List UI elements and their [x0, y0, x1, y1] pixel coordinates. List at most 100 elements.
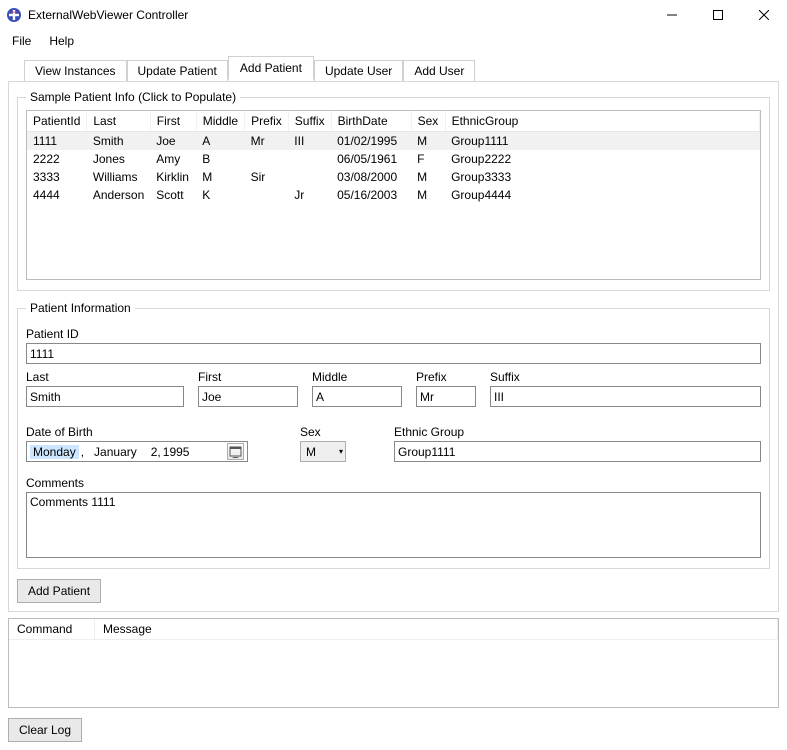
- label-prefix: Prefix: [416, 370, 476, 384]
- cell-first: Joe: [150, 132, 196, 151]
- label-comments: Comments: [26, 476, 761, 490]
- log-col-message[interactable]: Message: [95, 619, 778, 640]
- cell-ethnicGroup: Group4444: [445, 186, 759, 204]
- first-input[interactable]: [198, 386, 298, 407]
- col-birthdate[interactable]: BirthDate: [331, 111, 411, 132]
- tab-add-user[interactable]: Add User: [403, 60, 475, 81]
- label-patient-id: Patient ID: [26, 327, 761, 341]
- cell-patientId: 4444: [27, 186, 87, 204]
- middle-input[interactable]: [312, 386, 402, 407]
- col-prefix[interactable]: Prefix: [245, 111, 289, 132]
- label-middle: Middle: [312, 370, 402, 384]
- calendar-drop-icon[interactable]: [227, 443, 244, 460]
- suffix-input[interactable]: [490, 386, 761, 407]
- window-buttons: [649, 0, 787, 30]
- dob-day: 2,: [151, 445, 161, 459]
- menu-file[interactable]: File: [4, 32, 39, 50]
- ethnic-input[interactable]: [394, 441, 761, 462]
- table-row[interactable]: 4444AndersonScottKJr05/16/2003MGroup4444: [27, 186, 760, 204]
- cell-suffix: [288, 168, 331, 186]
- cell-patientId: 1111: [27, 132, 87, 151]
- cell-prefix: [245, 150, 289, 168]
- cell-last: Smith: [87, 132, 150, 151]
- dob-year: 1995: [163, 445, 190, 459]
- cell-patientId: 2222: [27, 150, 87, 168]
- label-first: First: [198, 370, 298, 384]
- sample-patient-group: Sample Patient Info (Click to Populate) …: [17, 90, 770, 291]
- cell-middle: K: [196, 186, 244, 204]
- label-sex: Sex: [300, 425, 380, 439]
- cell-patientId: 3333: [27, 168, 87, 186]
- dob-sep: ,: [81, 445, 84, 459]
- cell-birthDate: 03/08/2000: [331, 168, 411, 186]
- cell-middle: B: [196, 150, 244, 168]
- menu-bar: File Help: [0, 30, 787, 52]
- col-ethnicgroup[interactable]: EthnicGroup: [445, 111, 759, 132]
- cell-middle: M: [196, 168, 244, 186]
- cell-ethnicGroup: Group2222: [445, 150, 759, 168]
- cell-sex: M: [411, 168, 445, 186]
- cell-last: Williams: [87, 168, 150, 186]
- col-middle[interactable]: Middle: [196, 111, 244, 132]
- close-button[interactable]: [741, 0, 787, 30]
- maximize-button[interactable]: [695, 0, 741, 30]
- label-suffix: Suffix: [490, 370, 761, 384]
- cell-first: Amy: [150, 150, 196, 168]
- cell-suffix: III: [288, 132, 331, 151]
- cell-sex: M: [411, 186, 445, 204]
- col-sex[interactable]: Sex: [411, 111, 445, 132]
- patient-information-group: Patient Information Patient ID Last Firs…: [17, 301, 770, 569]
- col-last[interactable]: Last: [87, 111, 150, 132]
- cell-prefix: Mr: [245, 132, 289, 151]
- prefix-input[interactable]: [416, 386, 476, 407]
- grid-header-row: PatientId Last First Middle Prefix Suffi…: [27, 111, 760, 132]
- label-dob: Date of Birth: [26, 425, 286, 439]
- sex-value: M: [306, 445, 316, 459]
- cell-first: Kirklin: [150, 168, 196, 186]
- dob-month: January: [94, 445, 137, 459]
- cell-middle: A: [196, 132, 244, 151]
- cell-prefix: Sir: [245, 168, 289, 186]
- log-col-command[interactable]: Command: [9, 619, 95, 640]
- table-row[interactable]: 1111SmithJoeAMrIII01/02/1995MGroup1111: [27, 132, 760, 151]
- tab-add-patient[interactable]: Add Patient: [228, 56, 314, 80]
- last-input[interactable]: [26, 386, 184, 407]
- cell-suffix: [288, 150, 331, 168]
- col-suffix[interactable]: Suffix: [288, 111, 331, 132]
- dob-datepicker[interactable]: Monday , January 2, 1995: [26, 441, 248, 462]
- cell-ethnicGroup: Group3333: [445, 168, 759, 186]
- tab-update-patient[interactable]: Update Patient: [127, 60, 228, 81]
- patient-id-input[interactable]: [26, 343, 761, 364]
- cell-sex: M: [411, 132, 445, 151]
- tab-update-user[interactable]: Update User: [314, 60, 403, 81]
- cell-prefix: [245, 186, 289, 204]
- tab-strip: View Instances Update Patient Add Patien…: [0, 52, 787, 81]
- title-bar: MED ExternalWebViewer Controller: [0, 0, 787, 30]
- cell-last: Jones: [87, 150, 150, 168]
- comments-textarea[interactable]: [26, 492, 761, 558]
- cell-ethnicGroup: Group1111: [445, 132, 759, 151]
- tab-view-instances[interactable]: View Instances: [24, 60, 127, 81]
- cell-first: Scott: [150, 186, 196, 204]
- cell-birthDate: 06/05/1961: [331, 150, 411, 168]
- label-ethnic: Ethnic Group: [394, 425, 761, 439]
- table-row[interactable]: 3333WilliamsKirklinMSir03/08/2000MGroup3…: [27, 168, 760, 186]
- sex-select[interactable]: M ▾: [300, 441, 346, 462]
- table-row[interactable]: 2222JonesAmyB 06/05/1961FGroup2222: [27, 150, 760, 168]
- cell-sex: F: [411, 150, 445, 168]
- label-last: Last: [26, 370, 184, 384]
- cell-birthDate: 01/02/1995: [331, 132, 411, 151]
- col-first[interactable]: First: [150, 111, 196, 132]
- patient-information-legend: Patient Information: [26, 301, 135, 315]
- sample-patient-grid[interactable]: PatientId Last First Middle Prefix Suffi…: [26, 110, 761, 280]
- dob-weekday: Monday: [30, 445, 79, 459]
- cell-last: Anderson: [87, 186, 150, 204]
- minimize-button[interactable]: [649, 0, 695, 30]
- add-patient-button[interactable]: Add Patient: [17, 579, 101, 603]
- col-patientid[interactable]: PatientId: [27, 111, 87, 132]
- cell-suffix: Jr: [288, 186, 331, 204]
- menu-help[interactable]: Help: [41, 32, 82, 50]
- clear-log-button[interactable]: Clear Log: [8, 718, 82, 742]
- chevron-down-icon: ▾: [339, 447, 343, 456]
- log-grid[interactable]: Command Message: [8, 618, 779, 708]
